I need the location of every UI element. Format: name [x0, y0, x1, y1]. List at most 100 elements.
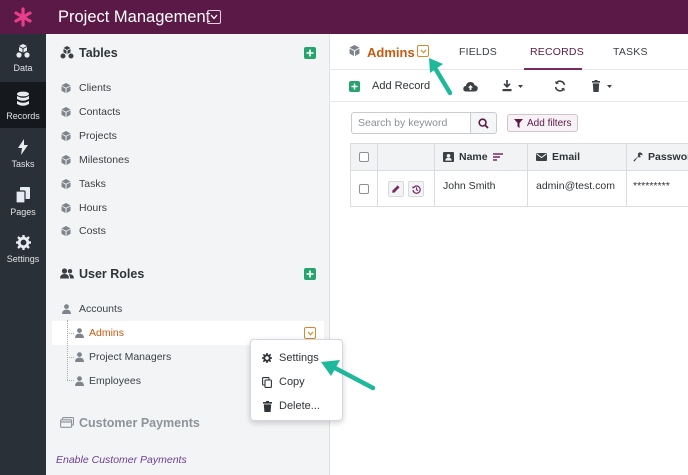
- add-table-button[interactable]: [304, 47, 316, 59]
- history-icon: [411, 184, 421, 194]
- role-item-accounts[interactable]: Accounts: [60, 300, 122, 318]
- menu-item-copy[interactable]: Copy: [261, 373, 305, 391]
- lightning-icon: [17, 139, 29, 155]
- tab-fields[interactable]: FIELDS: [459, 46, 497, 58]
- table-item-hours[interactable]: Hours: [60, 199, 107, 217]
- tables-section-title: Tables: [79, 46, 118, 60]
- cube-icon: [60, 203, 72, 213]
- table-item-label: Contacts: [79, 106, 121, 118]
- upload-cloud-icon[interactable]: [463, 81, 478, 92]
- wrench-icon: [633, 152, 643, 162]
- cube-icon: [60, 155, 72, 165]
- cube-icon: [60, 131, 72, 141]
- copy-icon: [261, 376, 273, 388]
- user-icon: [60, 304, 72, 314]
- select-all-checkbox[interactable]: [359, 152, 369, 162]
- app-menu-chevron-down-icon[interactable]: [207, 10, 221, 24]
- nav-item-tasks[interactable]: Tasks: [0, 130, 46, 176]
- download-icon[interactable]: [502, 80, 524, 92]
- tab-tasks[interactable]: TASKS: [613, 46, 648, 58]
- column-header-name[interactable]: Name: [435, 144, 528, 171]
- table-item-label: Hours: [79, 202, 108, 214]
- add-user-role-button[interactable]: [304, 268, 316, 280]
- menu-item-settings[interactable]: Settings: [261, 349, 319, 367]
- database-icon: [16, 91, 30, 107]
- records-table: Name Email Password John Smith admin@tes…: [350, 143, 688, 207]
- object-name: Admins: [367, 45, 415, 60]
- tabs-bar: Admins FIELDS RECORDS TASKS: [330, 34, 688, 70]
- envelope-icon: [536, 153, 547, 161]
- column-header-email[interactable]: Email: [528, 144, 627, 171]
- menu-item-label: Delete...: [279, 400, 320, 412]
- menu-item-delete[interactable]: Delete...: [261, 397, 320, 415]
- add-record-button[interactable]: Add Record: [372, 80, 430, 92]
- app-logo-icon[interactable]: [0, 0, 46, 34]
- nav-label-pages: Pages: [10, 207, 36, 217]
- cube-icon: [349, 45, 360, 56]
- table-item-milestones[interactable]: Milestones: [60, 151, 129, 169]
- add-filters-button[interactable]: Add filters: [507, 114, 579, 132]
- nav-item-data[interactable]: Data: [0, 34, 46, 80]
- column-header-password[interactable]: Password: [627, 144, 688, 171]
- record-history-button[interactable]: [408, 181, 424, 197]
- table-item-costs[interactable]: Costs: [60, 222, 106, 240]
- nav-item-pages[interactable]: Pages: [0, 178, 46, 224]
- role-item-admins[interactable]: Admins: [73, 324, 124, 342]
- role-options-chevron-down-icon[interactable]: [304, 327, 316, 339]
- enable-customer-payments-link[interactable]: Enable Customer Payments: [56, 454, 187, 466]
- user-icon: [73, 376, 85, 386]
- add-record-plus-icon[interactable]: [349, 81, 360, 92]
- tables-icon: [60, 46, 74, 59]
- row-checkbox[interactable]: [359, 184, 369, 194]
- menu-item-label: Copy: [279, 376, 305, 388]
- cell-email[interactable]: admin@test.com: [528, 171, 627, 207]
- active-tab-indicator: [524, 68, 582, 70]
- table-item-label: Costs: [79, 225, 106, 237]
- nav-item-records[interactable]: Records: [0, 82, 46, 128]
- role-item-label: Project Managers: [89, 351, 172, 363]
- nav-label-tasks: Tasks: [11, 159, 35, 169]
- edit-record-button[interactable]: [388, 181, 404, 197]
- menu-item-label: Settings: [279, 352, 319, 364]
- object-options-chevron-down-icon[interactable]: [417, 45, 429, 57]
- add-filters-label: Add filters: [527, 117, 572, 129]
- role-context-menu: Settings Copy Delete...: [250, 339, 343, 421]
- users-icon: [60, 268, 74, 279]
- nav-item-settings[interactable]: Settings: [0, 226, 46, 272]
- search-input[interactable]: [351, 112, 471, 134]
- cube-icon: [60, 107, 72, 117]
- cell-password[interactable]: *********: [627, 171, 688, 207]
- table-item-projects[interactable]: Projects: [60, 127, 117, 145]
- cube-icon: [60, 179, 72, 189]
- payment-card-icon: [60, 417, 74, 428]
- gear-icon: [15, 235, 31, 250]
- nav-label-records: Records: [6, 111, 40, 121]
- table-item-label: Projects: [79, 130, 117, 142]
- gear-icon: [261, 353, 273, 363]
- filter-icon: [514, 118, 523, 128]
- column-header-label: Name: [459, 151, 488, 163]
- actions-header: [378, 144, 435, 171]
- refresh-icon[interactable]: [554, 80, 566, 92]
- id-card-icon: [443, 152, 454, 162]
- nav-label-data: Data: [13, 63, 33, 73]
- main-panel: Admins FIELDS RECORDS TASKS: [330, 34, 688, 475]
- table-item-contacts[interactable]: Contacts: [60, 103, 120, 121]
- table-item-tasks[interactable]: Tasks: [60, 175, 106, 193]
- role-item-label: Employees: [89, 375, 141, 387]
- role-item-project-managers[interactable]: Project Managers: [73, 348, 171, 366]
- cube-icon: [60, 83, 72, 93]
- tab-records[interactable]: RECORDS: [530, 46, 584, 58]
- table-item-clients[interactable]: Clients: [60, 79, 111, 97]
- table-item-label: Milestones: [79, 154, 130, 166]
- user-roles-section-title: User Roles: [79, 267, 145, 281]
- role-item-employees[interactable]: Employees: [73, 372, 141, 390]
- column-header-label: Email: [552, 151, 581, 163]
- pages-icon: [16, 187, 30, 203]
- row-select-cell: [351, 171, 378, 207]
- trash-icon[interactable]: [591, 80, 615, 92]
- sort-icon[interactable]: [492, 153, 503, 161]
- row-actions-cell: [378, 171, 435, 207]
- cell-name[interactable]: John Smith: [435, 171, 528, 207]
- search-button[interactable]: [470, 112, 497, 134]
